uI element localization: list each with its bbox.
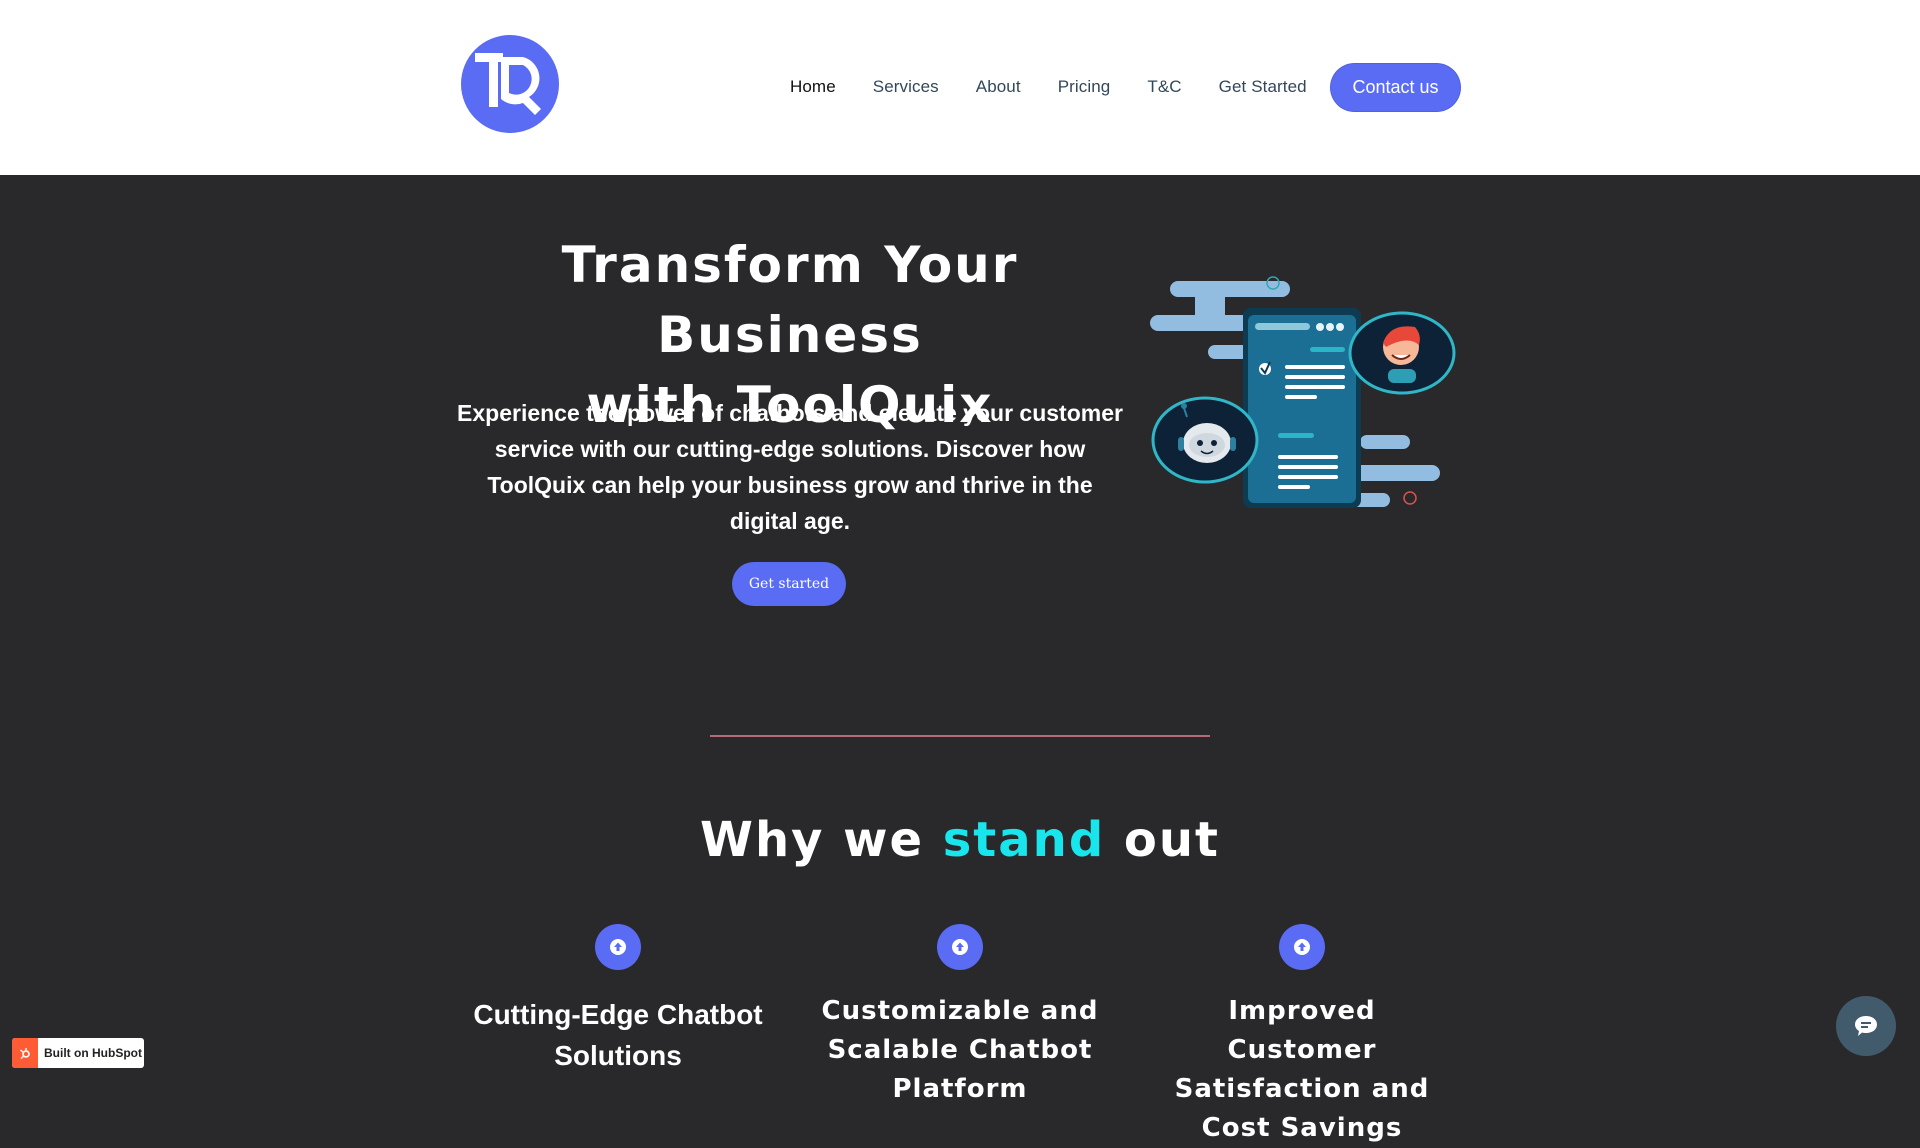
- feature-card: Customizable and Scalable Chatbot Platfo…: [795, 924, 1125, 1109]
- arrow-up-circle-icon: [1279, 924, 1325, 970]
- nav-home[interactable]: Home: [790, 77, 836, 97]
- chat-bubble-icon: [1855, 1016, 1877, 1036]
- toolquix-logo[interactable]: [461, 35, 559, 133]
- main-nav: Home Services About Pricing T&C Get Star…: [790, 64, 1344, 110]
- feature-title: Cutting-Edge Chatbot Solutions: [473, 999, 763, 1071]
- feature-card: Cutting-Edge Chatbot Solutions: [453, 924, 783, 1076]
- arrow-up-circle-icon: [937, 924, 983, 970]
- arrow-up-circle-icon: [595, 924, 641, 970]
- nav-pricing[interactable]: Pricing: [1058, 77, 1111, 97]
- get-started-button[interactable]: Get started: [732, 562, 846, 606]
- hero-description: Experience the power of chatbots and ele…: [457, 400, 1123, 534]
- nav-about[interactable]: About: [976, 77, 1021, 97]
- site-header: Home Services About Pricing T&C Get Star…: [0, 0, 1920, 175]
- nav-services[interactable]: Services: [873, 77, 939, 97]
- section-divider: [710, 735, 1210, 737]
- hero-title-line1: Transform Your Business: [561, 236, 1019, 364]
- nav-get-started[interactable]: Get Started: [1219, 77, 1307, 97]
- feature-title: Improved Customer Satisfaction and Cost …: [1174, 996, 1430, 1143]
- chat-launcher-button[interactable]: [1836, 996, 1896, 1056]
- why-title-before: Why we: [700, 812, 943, 868]
- nav-terms[interactable]: T&C: [1147, 77, 1181, 97]
- chatbot-conversation-illustration: [1140, 265, 1470, 525]
- hubspot-sprocket-icon: [12, 1038, 38, 1068]
- why-title-after: out: [1105, 812, 1220, 868]
- contact-us-button[interactable]: Contact us: [1331, 64, 1460, 111]
- why-title-accent: stand: [942, 812, 1106, 868]
- feature-title: Customizable and Scalable Chatbot Platfo…: [821, 996, 1099, 1104]
- built-on-hubspot-badge[interactable]: Built on HubSpot: [12, 1038, 144, 1068]
- hubspot-label: Built on HubSpot: [44, 1046, 142, 1060]
- feature-card: Improved Customer Satisfaction and Cost …: [1137, 924, 1467, 1148]
- why-title: Why we stand out: [560, 805, 1360, 875]
